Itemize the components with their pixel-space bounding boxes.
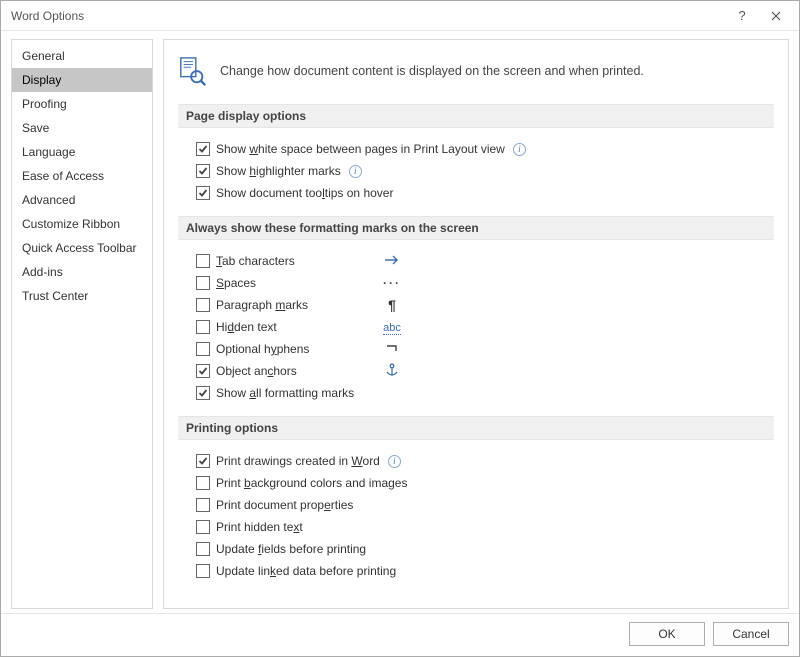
content-pane: Change how document content is displayed… bbox=[163, 39, 789, 609]
option-row: Show document tooltips on hover bbox=[196, 182, 772, 204]
format-symbol-icon: ··· bbox=[372, 276, 412, 290]
format-symbol-icon bbox=[372, 342, 412, 356]
sidebar-item-advanced[interactable]: Advanced bbox=[12, 188, 152, 212]
checkbox[interactable] bbox=[196, 520, 210, 534]
option-row: Update linked data before printing bbox=[196, 560, 772, 582]
checkbox[interactable] bbox=[196, 254, 210, 268]
sidebar-item-ease-of-access[interactable]: Ease of Access bbox=[12, 164, 152, 188]
option-row: Print background colors and images bbox=[196, 472, 772, 494]
info-icon[interactable]: i bbox=[349, 165, 362, 178]
format-symbol-icon: ¶ bbox=[372, 297, 412, 313]
option-row: Print document properties bbox=[196, 494, 772, 516]
option-row: Show all formatting marks bbox=[196, 382, 772, 404]
option-label[interactable]: Print background colors and images bbox=[216, 476, 407, 490]
checkbox[interactable] bbox=[196, 298, 210, 312]
option-label[interactable]: Tab characters bbox=[216, 254, 366, 268]
sidebar-item-save[interactable]: Save bbox=[12, 116, 152, 140]
checkbox[interactable] bbox=[196, 498, 210, 512]
option-label[interactable]: Print document properties bbox=[216, 498, 353, 512]
checkbox[interactable] bbox=[196, 542, 210, 556]
close-icon bbox=[771, 11, 781, 21]
word-options-window: Word Options ? GeneralDisplayProofingSav… bbox=[0, 0, 800, 657]
help-button[interactable]: ? bbox=[725, 4, 759, 28]
checkbox[interactable] bbox=[196, 186, 210, 200]
checkbox[interactable] bbox=[196, 454, 210, 468]
section-formatting-head: Always show these formatting marks on th… bbox=[178, 216, 774, 240]
option-row: Show white space between pages in Print … bbox=[196, 138, 772, 160]
sidebar-item-display[interactable]: Display bbox=[12, 68, 152, 92]
sidebar-item-quick-access-toolbar[interactable]: Quick Access Toolbar bbox=[12, 236, 152, 260]
option-row: Tab characters bbox=[196, 250, 772, 272]
checkbox[interactable] bbox=[196, 342, 210, 356]
option-label[interactable]: Show white space between pages in Print … bbox=[216, 142, 505, 156]
section-printing-list: Print drawings created in Word i Print bac… bbox=[178, 450, 774, 588]
sidebar-item-language[interactable]: Language bbox=[12, 140, 152, 164]
checkbox[interactable] bbox=[196, 564, 210, 578]
format-symbol-icon bbox=[372, 254, 412, 268]
checkbox[interactable] bbox=[196, 386, 210, 400]
section-formatting-list: Tab characters Spaces ··· Paragraph marks ¶ H… bbox=[178, 250, 774, 410]
option-row: Paragraph marks ¶ bbox=[196, 294, 772, 316]
option-label[interactable]: Print drawings created in Word bbox=[216, 454, 380, 468]
sidebar-item-trust-center[interactable]: Trust Center bbox=[12, 284, 152, 308]
option-row: Object anchors bbox=[196, 360, 772, 382]
option-label[interactable]: Show all formatting marks bbox=[216, 386, 366, 400]
checkbox[interactable] bbox=[196, 320, 210, 334]
display-options-icon bbox=[178, 56, 208, 86]
dialog-body: GeneralDisplayProofingSaveLanguageEase o… bbox=[1, 31, 799, 613]
option-row: Print drawings created in Word i bbox=[196, 450, 772, 472]
option-label[interactable]: Show highlighter marks bbox=[216, 164, 341, 178]
info-icon[interactable]: i bbox=[513, 143, 526, 156]
ok-button[interactable]: OK bbox=[629, 622, 705, 646]
option-row: Show highlighter marks i bbox=[196, 160, 772, 182]
close-button[interactable] bbox=[759, 4, 793, 28]
checkbox[interactable] bbox=[196, 364, 210, 378]
section-page-display-head: Page display options bbox=[178, 104, 774, 128]
option-label[interactable]: Print hidden text bbox=[216, 520, 303, 534]
option-label[interactable]: Paragraph marks bbox=[216, 298, 366, 312]
titlebar: Word Options ? bbox=[1, 1, 799, 31]
option-label[interactable]: Hidden text bbox=[216, 320, 366, 334]
sidebar-item-general[interactable]: General bbox=[12, 44, 152, 68]
option-label[interactable]: Object anchors bbox=[216, 364, 366, 378]
option-label[interactable]: Update fields before printing bbox=[216, 542, 366, 556]
section-printing-head: Printing options bbox=[178, 416, 774, 440]
sidebar-item-proofing[interactable]: Proofing bbox=[12, 92, 152, 116]
option-row: Hidden text abc bbox=[196, 316, 772, 338]
sidebar-item-customize-ribbon[interactable]: Customize Ribbon bbox=[12, 212, 152, 236]
window-title: Word Options bbox=[11, 9, 725, 23]
format-symbol-icon bbox=[372, 363, 412, 380]
checkbox[interactable] bbox=[196, 164, 210, 178]
option-row: Spaces ··· bbox=[196, 272, 772, 294]
checkbox[interactable] bbox=[196, 476, 210, 490]
option-label[interactable]: Spaces bbox=[216, 276, 366, 290]
dialog-footer: OK Cancel bbox=[1, 613, 799, 656]
content-header: Change how document content is displayed… bbox=[178, 56, 774, 86]
option-row: Print hidden text bbox=[196, 516, 772, 538]
section-page-display-list: Show white space between pages in Print … bbox=[178, 138, 774, 210]
sidebar-item-add-ins[interactable]: Add-ins bbox=[12, 260, 152, 284]
option-row: Optional hyphens bbox=[196, 338, 772, 360]
checkbox[interactable] bbox=[196, 276, 210, 290]
option-label[interactable]: Update linked data before printing bbox=[216, 564, 396, 578]
category-sidebar: GeneralDisplayProofingSaveLanguageEase o… bbox=[11, 39, 153, 609]
option-row: Update fields before printing bbox=[196, 538, 772, 560]
option-label[interactable]: Optional hyphens bbox=[216, 342, 366, 356]
cancel-button[interactable]: Cancel bbox=[713, 622, 789, 646]
option-label[interactable]: Show document tooltips on hover bbox=[216, 186, 393, 200]
content-description: Change how document content is displayed… bbox=[220, 64, 644, 78]
checkbox[interactable] bbox=[196, 142, 210, 156]
format-symbol-icon: abc bbox=[372, 320, 412, 334]
info-icon[interactable]: i bbox=[388, 455, 401, 468]
